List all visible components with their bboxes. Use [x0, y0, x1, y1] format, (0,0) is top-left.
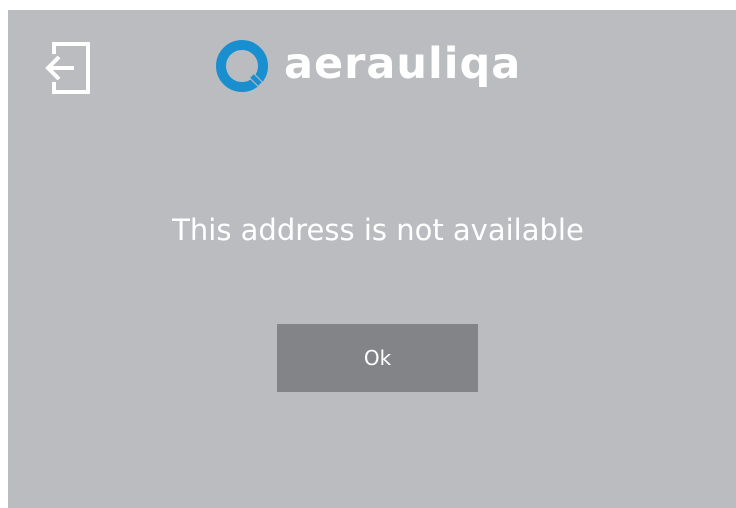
ok-button[interactable]: Ok — [277, 324, 478, 392]
logo-wordmark: aerauliqa — [284, 38, 522, 89]
logo: aerauliqa — [216, 39, 521, 95]
exit-icon — [45, 42, 90, 94]
exit-button[interactable] — [44, 40, 94, 96]
aerauliqa-q-mark-icon — [216, 40, 268, 92]
status-message: This address is not available — [172, 213, 584, 247]
screen: aerauliqa This address is not available … — [8, 10, 736, 508]
